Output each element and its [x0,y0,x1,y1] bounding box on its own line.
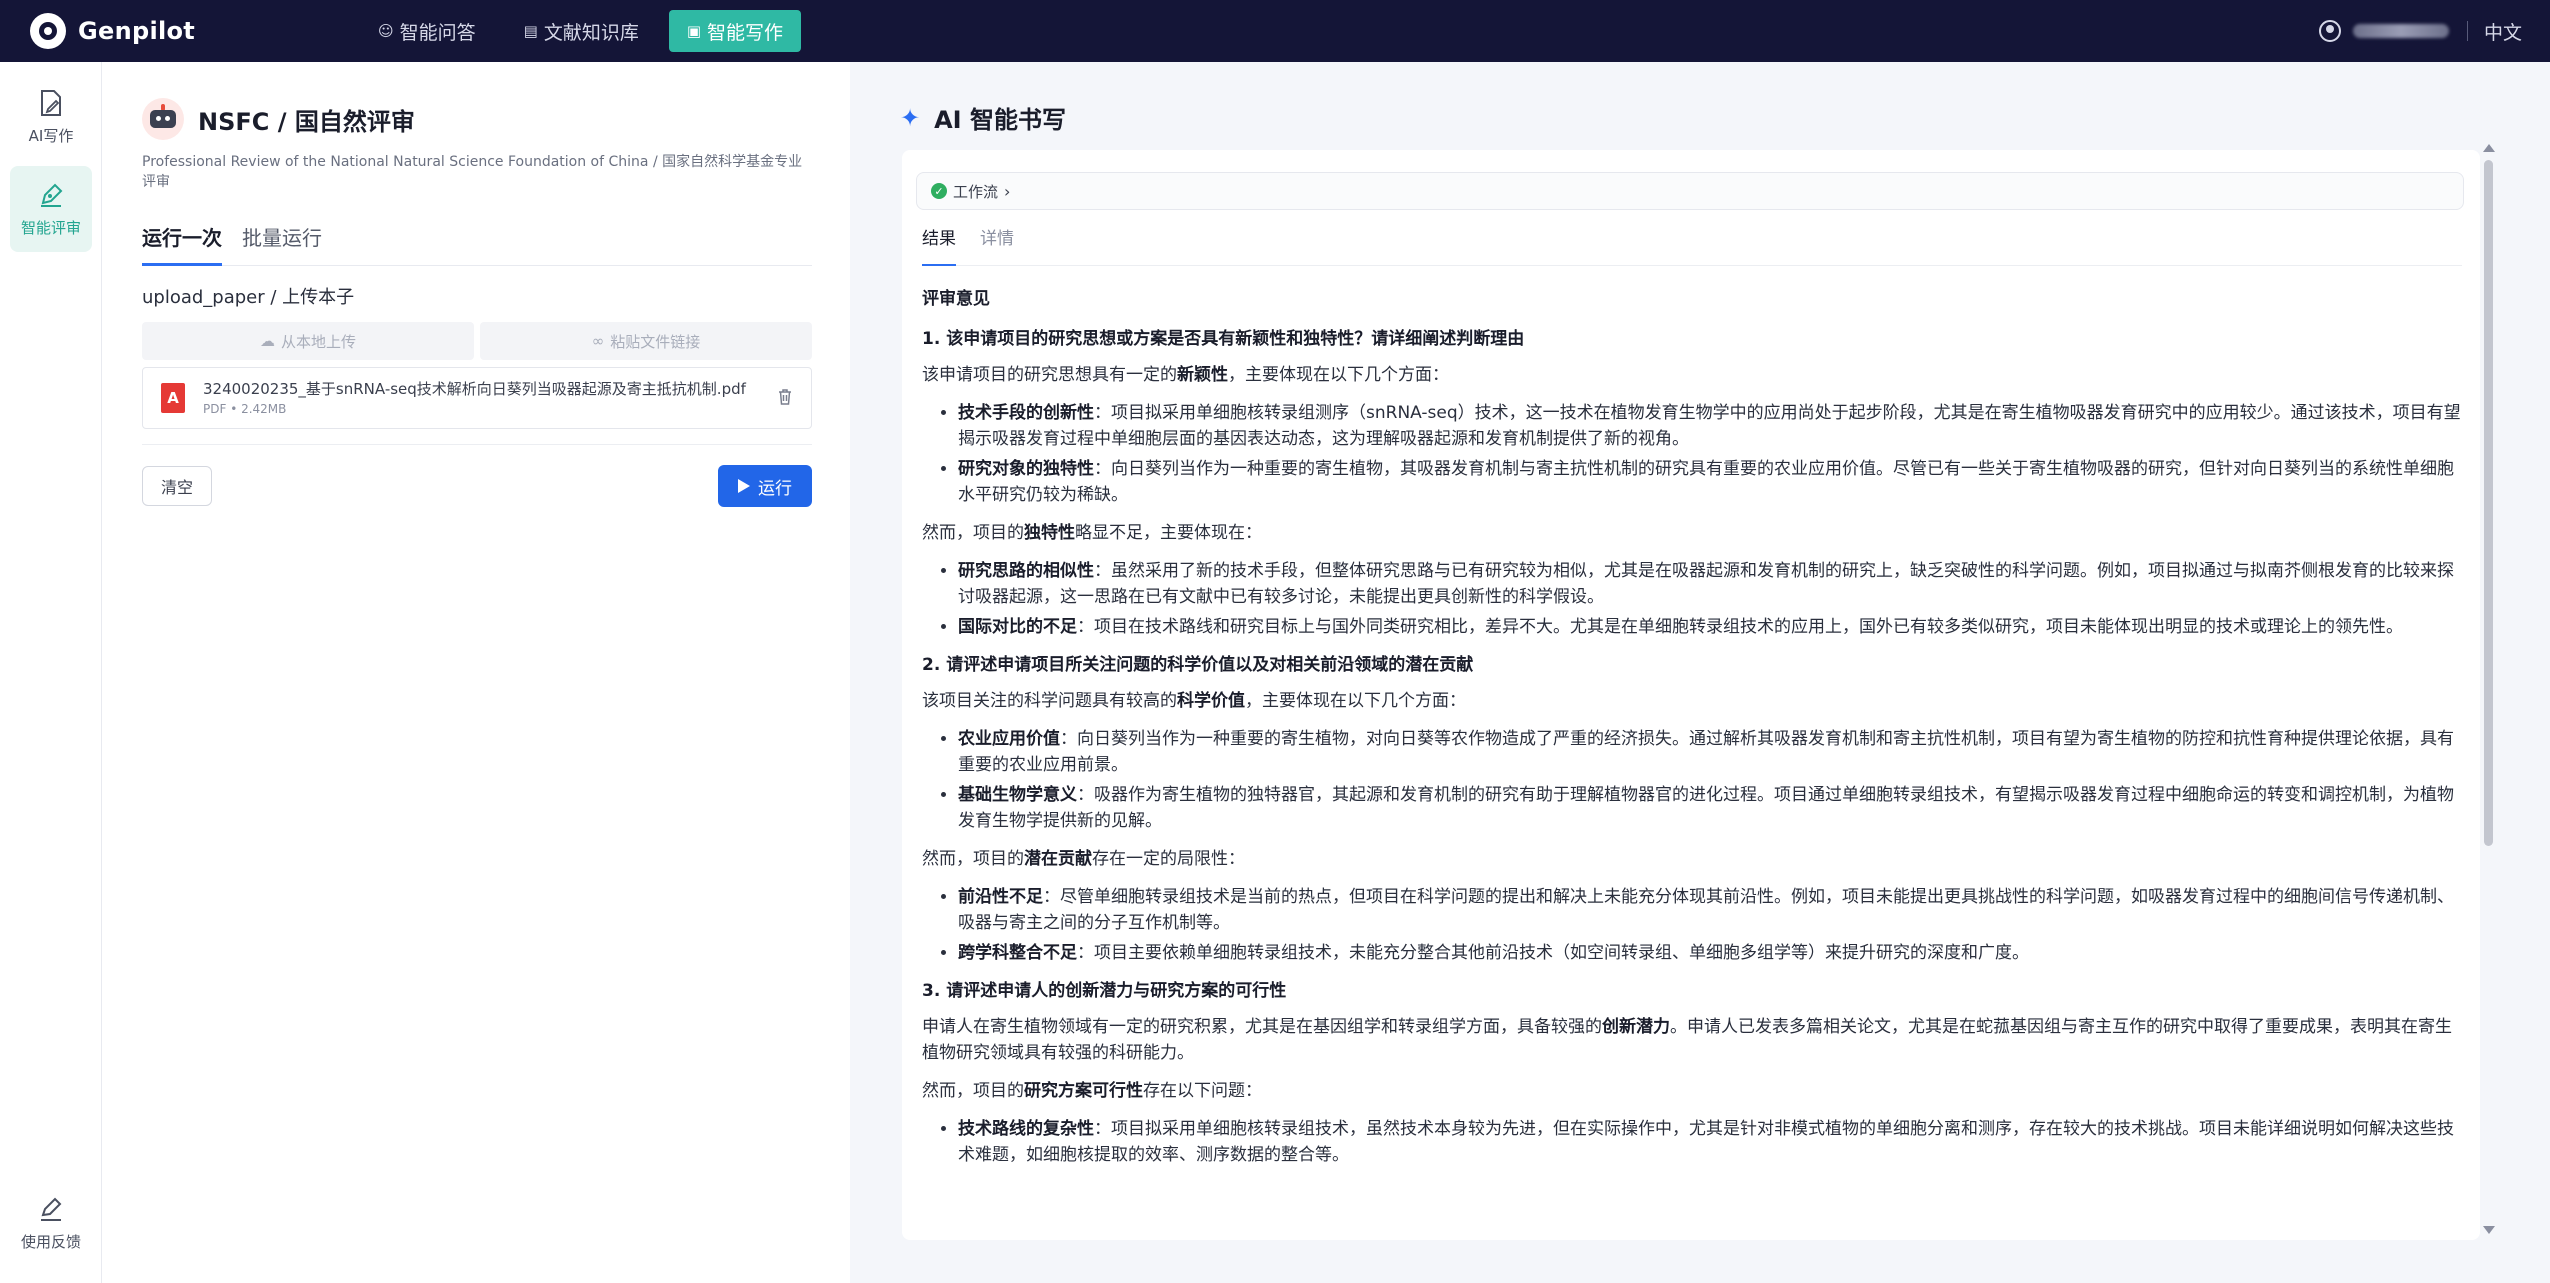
paragraph: 该申请项目的研究思想具有一定的新颖性，主要体现在以下几个方面： [922,365,1449,385]
language-switch[interactable]: 中文 [2484,18,2522,45]
feedback-edit-icon [41,1197,62,1221]
sparkle-icon: ✦ [900,103,921,132]
list-item: 研究思路的相似性：虽然采用了新的技术手段，但整体研究思路与已有研究较为相似，尤其… [958,558,2462,610]
library-icon: ▤ [523,22,538,40]
brand[interactable]: Genpilot [30,13,330,49]
review-config-panel: NSFC / 国自然评审 Professional Review of the … [102,62,850,1283]
scrollbar-thumb[interactable] [2484,160,2493,846]
scroll-down-arrow-icon[interactable] [2483,1226,2495,1234]
scroll-up-arrow-icon[interactable] [2483,144,2495,152]
file-name: 3240020235_基于snRNA-seq技术解析向日葵列当吸器起源及寄主抵抗… [203,380,746,398]
paragraph: 然而，项目的研究方案可行性存在以下问题： [922,1081,1262,1101]
result-panel: ✓ 工作流 › 结果 详情 评审意见 1. 该申请项目的研究思想或方案是否具有新… [902,150,2480,1240]
upload-local-label: 从本地上传 [280,332,356,351]
rail-item-label: 智能评审 [20,218,81,237]
bullet-list: 研究思路的相似性：虽然采用了新的技术手段，但整体研究思路与已有研究较为相似，尤其… [958,558,2462,640]
user-name-redacted[interactable] [2352,24,2449,38]
run-mode-tabs: 运行一次 批量运行 [142,222,812,266]
paragraph: 申请人在寄生植物领域有一定的研究积累，尤其是在基因组学和转录组学方面，具备较强的… [922,1017,2452,1063]
robot-avatar-icon [142,98,184,140]
nav-tab-library[interactable]: ▤ 文献知识库 [506,10,657,52]
review-heading: 评审意见 [922,289,990,309]
top-navigation-bar: Genpilot ☺ 智能问答 ▤ 文献知识库 ▣ 智能写作 中文 [0,0,2550,62]
list-item: 技术路线的复杂性：项目拟采用单细胞核转录组技术，虽然技术本身较为先进，但在实际操… [958,1116,2462,1168]
user-avatar-icon[interactable] [2318,20,2341,42]
divider [142,444,812,445]
divider [2466,21,2468,41]
write-icon: ▣ [686,22,702,40]
panel-description: Professional Review of the National Natu… [142,154,803,190]
tab-batch-run[interactable]: 批量运行 [242,222,322,266]
paragraph: 然而，项目的潜在贡献存在一定的局限性： [922,849,1245,869]
play-icon [738,479,750,493]
clear-button[interactable]: 清空 [142,466,212,506]
section-title: 1. 该申请项目的研究思想或方案是否具有新颖性和独特性？请详细阐述判断理由 [922,329,1525,349]
cloud-upload-icon: ☁ [259,332,275,350]
bullet-list: 技术路线的复杂性：项目拟采用单细胞核转录组技术，虽然技术本身较为先进，但在实际操… [958,1116,2462,1168]
paste-link-button[interactable]: ∞ 粘贴文件链接 [480,322,812,360]
workflow-label: 工作流 [953,182,999,201]
paragraph: 该项目关注的科学问题具有较高的科学价值，主要体现在以下几个方面： [922,691,1466,711]
rail-item-label: AI写作 [28,126,74,145]
top-right-controls: 中文 [2318,18,2522,45]
workflow-status-bar[interactable]: ✓ 工作流 › [916,172,2464,210]
pen-tool-icon [41,183,63,207]
run-button-label: 运行 [758,478,792,499]
chat-icon: ☺ [378,22,394,40]
review-content: 评审意见 1. 该申请项目的研究思想或方案是否具有新颖性和独特性？请详细阐述判断… [922,286,2462,1180]
paste-link-label: 粘贴文件链接 [610,332,701,351]
list-item: 农业应用价值：向日葵列当作为一种重要的寄生植物，对向日葵等农作物造成了严重的经济… [958,726,2462,778]
main-nav: ☺ 智能问答 ▤ 文献知识库 ▣ 智能写作 [360,0,813,62]
nav-tab-label: 智能写作 [707,21,784,44]
link-icon: ∞ [591,332,605,350]
result-tabs: 结果 详情 [922,222,2462,266]
list-item: 基础生物学意义：吸器作为寄生植物的独特器官，其起源和发育机制的研究有助于理解植物… [958,782,2462,834]
nav-tab-label: 文献知识库 [543,21,639,44]
bullet-list: 前沿性不足：尽管单细胞转录组技术是当前的热点，但项目在科学问题的提出和解决上未能… [958,884,2462,966]
run-button[interactable]: 运行 [718,465,812,507]
list-item: 国际对比的不足：项目在技术路线和研究目标上与国外同类研究相比，差异不大。尤其是在… [958,614,2462,640]
rail-item-smart-review[interactable]: 智能评审 [10,166,92,252]
bullet-list: 技术手段的创新性：项目拟采用单细胞核转录组测序（snRNA-seq）技术，这一技… [958,400,2462,508]
paragraph: 然而，项目的独特性略显不足，主要体现在： [922,523,1262,543]
upload-label: upload_paper / 上传本子 [142,287,355,308]
upload-local-button[interactable]: ☁ 从本地上传 [142,322,474,360]
rail-item-ai-writing[interactable]: AI写作 [10,74,92,160]
brand-name: Genpilot [78,17,196,45]
bullet-list: 农业应用价值：向日葵列当作为一种重要的寄生植物，对向日葵等农作物造成了严重的经济… [958,726,2462,834]
panel-header: NSFC / 国自然评审 [142,98,415,140]
chevron-right-icon: › [1004,181,1011,201]
left-rail: AI写作 智能评审 使用反馈 [0,62,102,1283]
section-title: 2. 请评述申请项目所关注问题的科学价值以及对相关前沿领域的潜在贡献 [922,655,1474,675]
nav-tab-label: 智能问答 [399,21,476,44]
rail-item-feedback[interactable]: 使用反馈 [10,1180,92,1266]
tab-details[interactable]: 详情 [980,222,1014,266]
document-edit-icon [41,89,61,116]
trash-icon[interactable] [777,388,793,406]
nav-tab-writing[interactable]: ▣ 智能写作 [668,10,802,52]
panel-title: NSFC / 国自然评审 [198,107,415,136]
list-item: 技术手段的创新性：项目拟采用单细胞核转录组测序（snRNA-seq）技术，这一技… [958,400,2462,452]
rail-item-label: 使用反馈 [20,1232,81,1251]
list-item: 跨学科整合不足：项目主要依赖单细胞转录组技术，未能充分整合其他前沿技术（如空间转… [958,940,2462,966]
file-meta: PDF • 2.42MB [203,402,287,416]
nav-tab-qa[interactable]: ☺ 智能问答 [360,10,494,52]
genpilot-logo-icon [30,13,66,49]
check-circle-icon: ✓ [931,183,947,199]
tab-result[interactable]: 结果 [922,222,956,266]
upload-options: ☁ 从本地上传 ∞ 粘贴文件链接 [142,322,812,360]
uploaded-file-card: A 3240020235_基于snRNA-seq技术解析向日葵列当吸器起源及寄主… [142,367,812,429]
tab-run-once[interactable]: 运行一次 [142,222,222,266]
ai-writing-title-text: AI 智能书写 [934,106,1066,134]
ai-writing-title: ✦ AI 智能书写 [900,100,1066,135]
pdf-file-icon: A [161,383,185,413]
list-item: 研究对象的独特性：向日葵列当作为一种重要的寄生植物，其吸器发育机制与寄主抗性机制… [958,456,2462,508]
section-title: 3. 请评述申请人的创新潜力与研究方案的可行性 [922,981,1287,1001]
list-item: 前沿性不足：尽管单细胞转录组技术是当前的热点，但项目在科学问题的提出和解决上未能… [958,884,2462,936]
